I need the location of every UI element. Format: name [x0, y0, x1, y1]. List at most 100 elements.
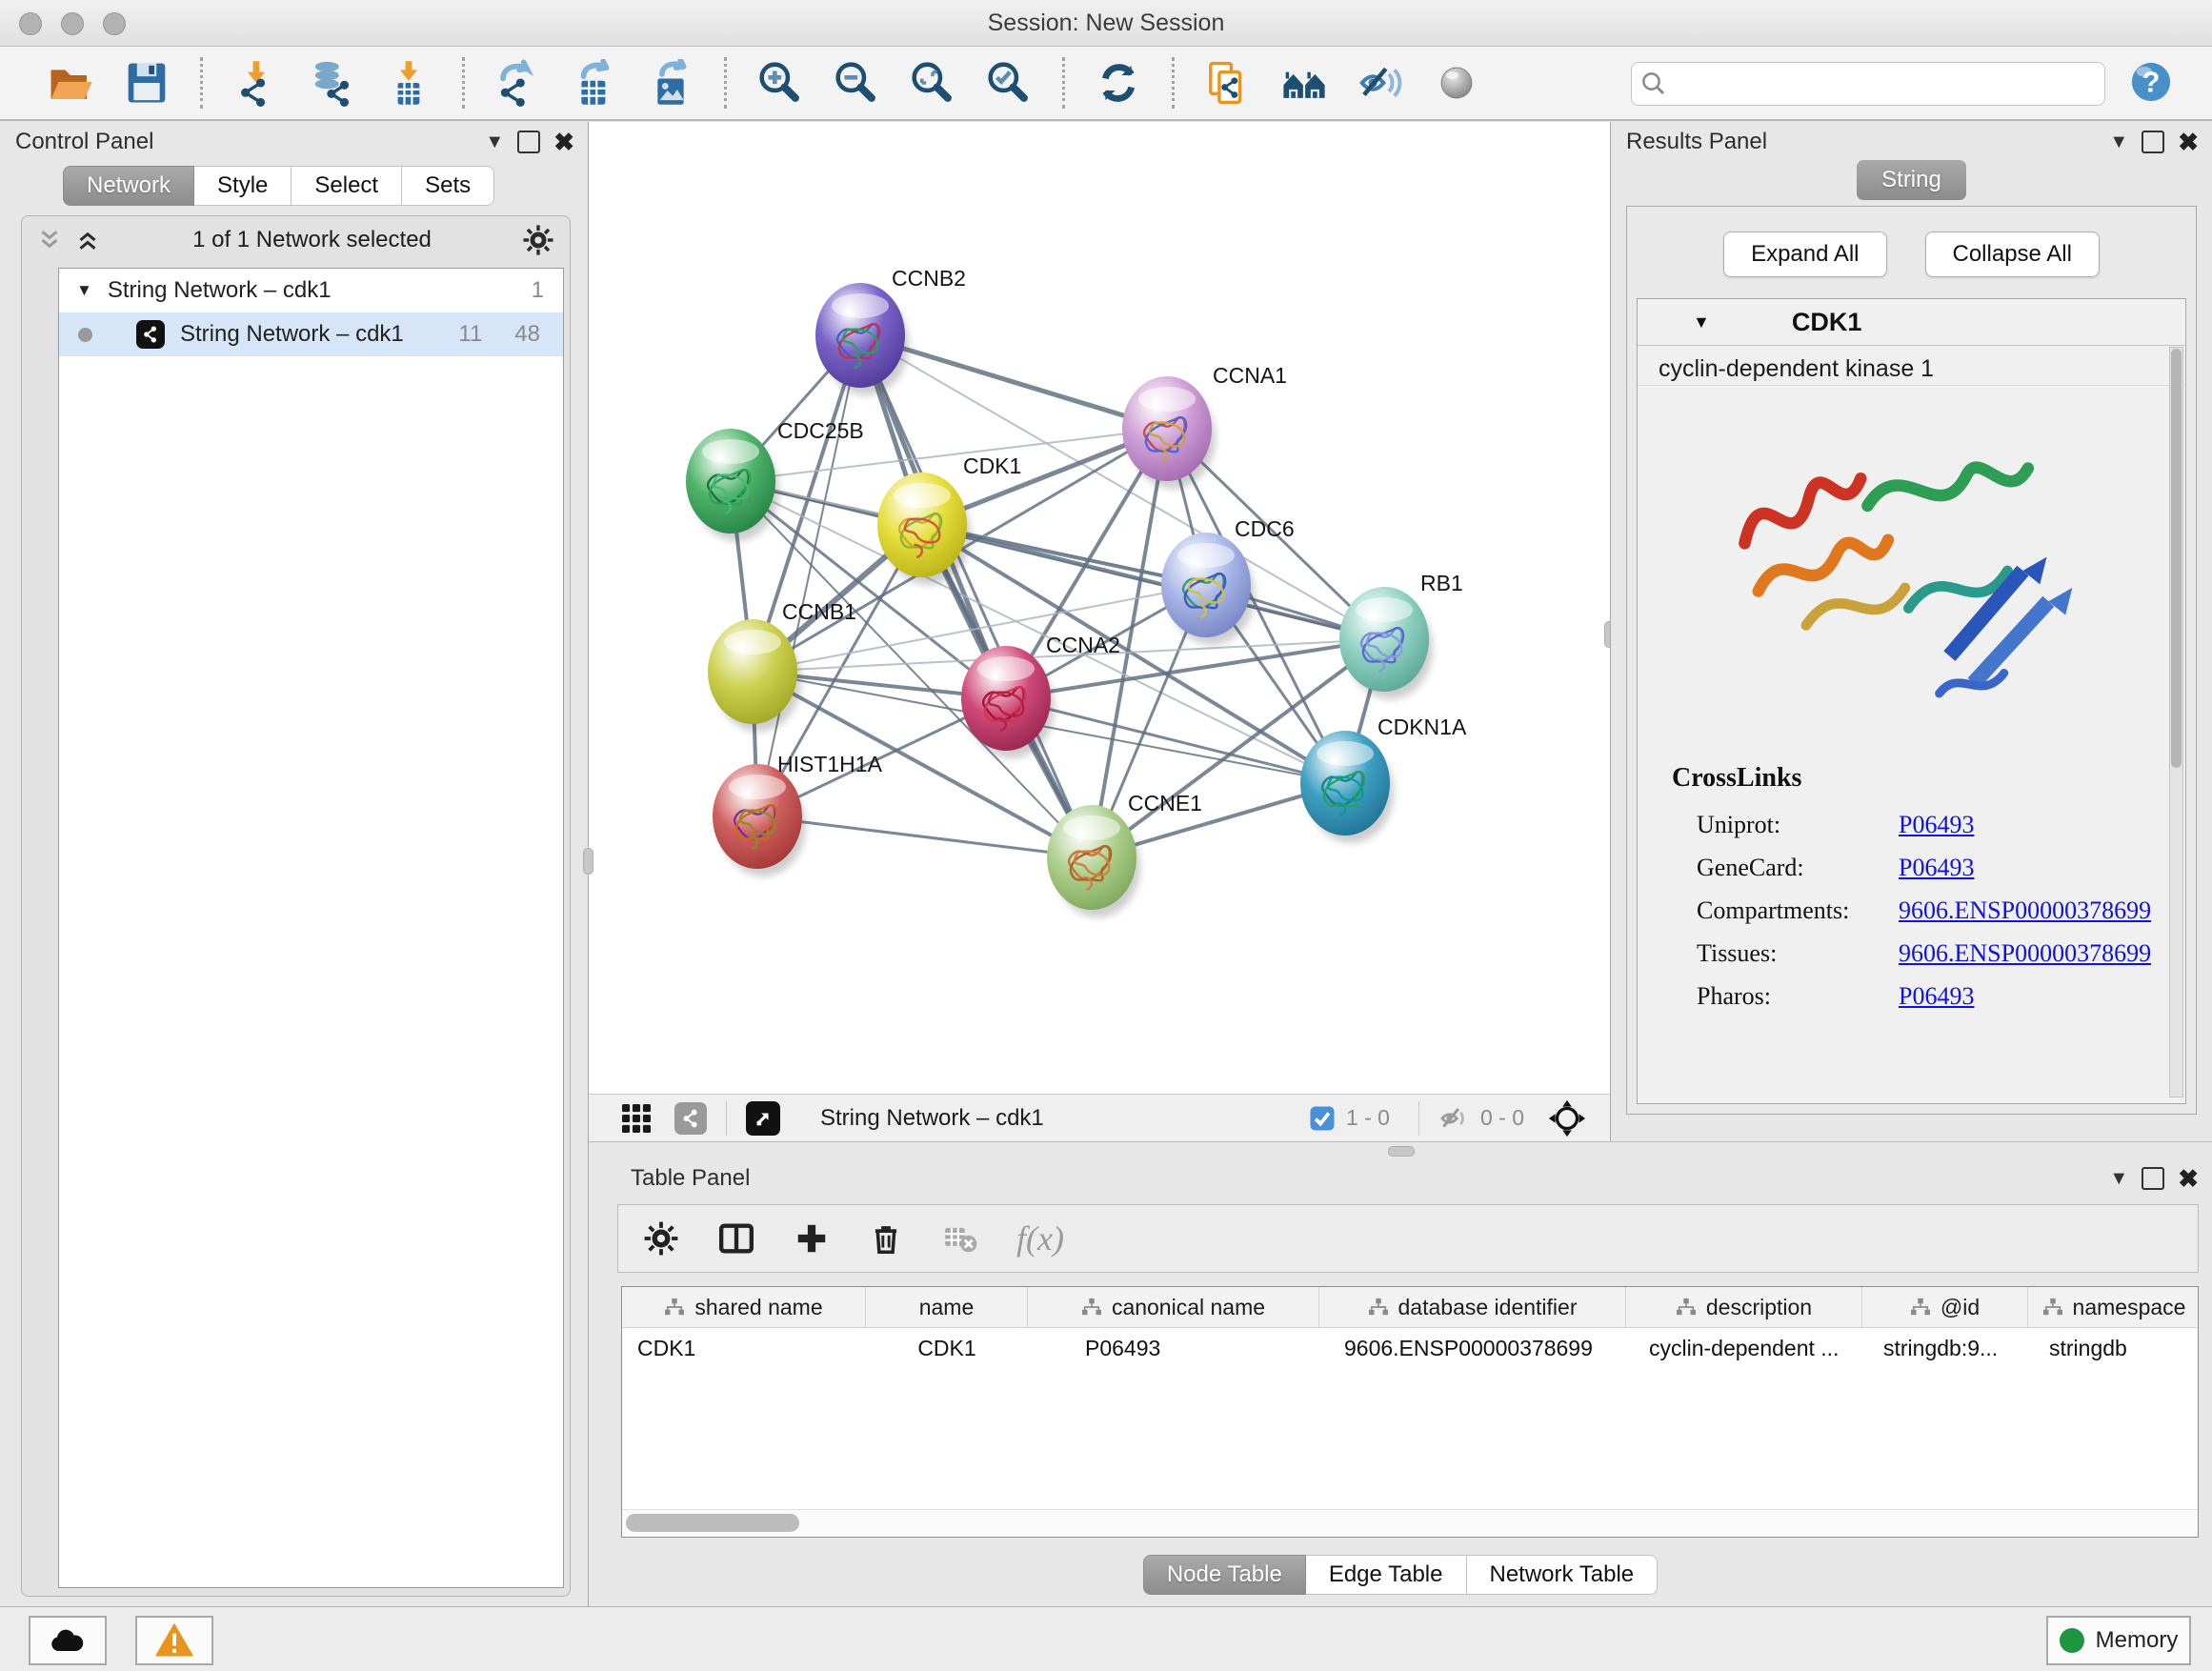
expand-all-icon[interactable] — [73, 226, 102, 254]
export-image-icon[interactable] — [646, 58, 695, 108]
tab-select[interactable]: Select — [292, 166, 402, 206]
gene-section-header[interactable]: ▼ CDK1 — [1638, 299, 2185, 346]
node-label: CDKN1A — [1377, 715, 1467, 739]
title-bar: Session: New Session — [0, 0, 2212, 47]
table-row[interactable]: CDK1 CDK1 P06493 9606.ENSP00000378699 cy… — [622, 1328, 2198, 1368]
network-node-CDC6[interactable]: CDC6 — [1161, 516, 1295, 645]
column-header[interactable]: database identifier — [1319, 1287, 1626, 1327]
tab-network-table[interactable]: Network Table — [1467, 1555, 1659, 1595]
delete-column-trash-icon[interactable] — [868, 1220, 904, 1257]
network-collection-row[interactable]: ▼ String Network – cdk1 1 — [59, 269, 563, 312]
tab-sets[interactable]: Sets — [402, 166, 494, 206]
compartments-link[interactable]: 9606.ENSP00000378699 — [1899, 889, 2151, 932]
import-table-icon[interactable] — [384, 58, 433, 108]
collapse-all-button[interactable]: Collapse All — [1925, 232, 2100, 277]
column-header[interactable]: description — [1626, 1287, 1862, 1327]
search-field[interactable] — [1631, 62, 2105, 106]
string-home-icon[interactable] — [1279, 58, 1329, 108]
warnings-button[interactable] — [135, 1616, 213, 1665]
results-panel-title: Results Panel — [1626, 129, 1767, 155]
network-node-CCNB1[interactable]: CCNB1 — [708, 599, 856, 732]
column-header[interactable]: @id — [1862, 1287, 2028, 1327]
panel-menu-icon[interactable]: ▼ — [2109, 1168, 2128, 1190]
results-scrollbar-thumb[interactable] — [2171, 349, 2182, 768]
horizontal-splitter[interactable] — [589, 1141, 2212, 1159]
tissues-link[interactable]: 9606.ENSP00000378699 — [1899, 932, 2151, 975]
zoom-selected-icon[interactable] — [984, 58, 1034, 108]
collapse-all-icon[interactable] — [35, 226, 64, 254]
panel-float-icon[interactable] — [517, 131, 540, 153]
birds-eye-view-icon[interactable] — [1547, 1098, 1587, 1138]
panel-menu-icon[interactable]: ▼ — [2109, 131, 2128, 153]
zoom-out-icon[interactable] — [832, 58, 881, 108]
network-node-CDK1[interactable]: CDK1 — [877, 453, 1021, 585]
column-tree-icon — [1676, 1298, 1697, 1317]
tab-network[interactable]: Network — [63, 166, 194, 206]
horizontal-splitter-handle[interactable] — [1388, 1146, 1415, 1157]
grid-view-icon[interactable] — [619, 1101, 654, 1136]
network-node-CDC25B[interactable]: CDC25B — [686, 418, 864, 541]
table-horizontal-scrollbar[interactable] — [622, 1509, 2198, 1537]
network-node-CCNA1[interactable]: CCNA1 — [1122, 363, 1287, 489]
memory-button[interactable]: Memory — [2046, 1616, 2191, 1665]
network-node-CCNB2[interactable]: CCNB2 — [815, 266, 966, 395]
table-scrollbar-thumb[interactable] — [626, 1514, 799, 1532]
genecard-link[interactable]: P06493 — [1899, 846, 1974, 889]
create-column-plus-icon[interactable] — [794, 1220, 830, 1257]
export-network-icon[interactable] — [493, 58, 543, 108]
tab-style[interactable]: Style — [194, 166, 292, 206]
cloud-services-button[interactable] — [29, 1616, 107, 1665]
show-columns-icon[interactable] — [717, 1219, 755, 1258]
section-expander-icon[interactable]: ▼ — [1693, 312, 1710, 332]
tree-expander-icon[interactable]: ▼ — [76, 281, 92, 300]
zoom-in-icon[interactable] — [755, 58, 805, 108]
options-gear-icon[interactable] — [522, 224, 554, 256]
import-network-from-database-icon[interactable] — [308, 58, 357, 108]
tab-edge-table[interactable]: Edge Table — [1306, 1555, 1467, 1595]
node-table[interactable]: shared name name canonical name database… — [621, 1286, 2199, 1538]
uniprot-link[interactable]: P06493 — [1899, 803, 1974, 846]
network-node-HIST1H1A[interactable]: HIST1H1A — [713, 752, 883, 876]
node-label: HIST1H1A — [777, 752, 883, 776]
apply-layout-icon[interactable] — [1094, 58, 1143, 108]
panel-close-icon[interactable]: ✖ — [2178, 128, 2199, 157]
panel-close-icon[interactable]: ✖ — [553, 128, 574, 157]
pharos-link[interactable]: P06493 — [1899, 975, 1974, 1017]
column-tree-icon — [1910, 1298, 1931, 1317]
application-window: Session: New Session — [0, 0, 2212, 1671]
panel-menu-icon[interactable]: ▼ — [485, 131, 504, 153]
zoom-fit-icon[interactable] — [908, 58, 957, 108]
left-splitter-handle[interactable] — [583, 848, 593, 875]
column-header[interactable]: canonical name — [1028, 1287, 1319, 1327]
open-session-icon[interactable] — [46, 58, 95, 108]
column-header[interactable]: namespace — [2028, 1287, 2199, 1327]
open-in-window-icon[interactable] — [746, 1101, 780, 1136]
column-header[interactable]: name — [866, 1287, 1028, 1327]
tab-node-table[interactable]: Node Table — [1143, 1555, 1306, 1595]
panel-close-icon[interactable]: ✖ — [2178, 1164, 2199, 1194]
node-label: CDC6 — [1235, 516, 1295, 541]
copy-network-icon[interactable] — [1203, 58, 1253, 108]
help-icon[interactable]: ? — [2126, 57, 2176, 107]
network-node-RB1[interactable]: RB1 — [1339, 571, 1463, 699]
string-view-icon[interactable] — [674, 1102, 707, 1135]
export-table-icon[interactable] — [570, 58, 619, 108]
selected-checkbox-icon[interactable] — [1308, 1104, 1337, 1133]
panel-float-icon[interactable] — [2142, 131, 2164, 153]
import-network-icon[interactable] — [231, 58, 281, 108]
panel-float-icon[interactable] — [2142, 1167, 2164, 1190]
expand-all-button[interactable]: Expand All — [1723, 232, 1886, 277]
show-graphics-details-icon[interactable] — [1432, 58, 1481, 108]
results-scrollbar[interactable] — [2169, 347, 2183, 1097]
network-node-CDKN1A[interactable]: CDKN1A — [1300, 715, 1467, 843]
results-tab-string[interactable]: String — [1611, 160, 2212, 200]
search-input[interactable] — [1676, 70, 2104, 98]
network-row-selected[interactable]: String Network – cdk1 11 48 — [59, 312, 563, 356]
network-canvas[interactable]: CCNB2CCNA1CDC25BCDK1CDC6RB1CCNB1CCNA2CDK… — [589, 122, 1610, 1094]
column-header[interactable]: shared name — [622, 1287, 866, 1327]
save-session-icon[interactable] — [122, 58, 171, 108]
delete-table-icon — [942, 1220, 978, 1257]
table-options-gear-icon[interactable] — [643, 1220, 679, 1257]
hide-glass-style-icon[interactable] — [1356, 58, 1405, 108]
network-selection-status: 1 of 1 Network selected — [102, 227, 522, 253]
